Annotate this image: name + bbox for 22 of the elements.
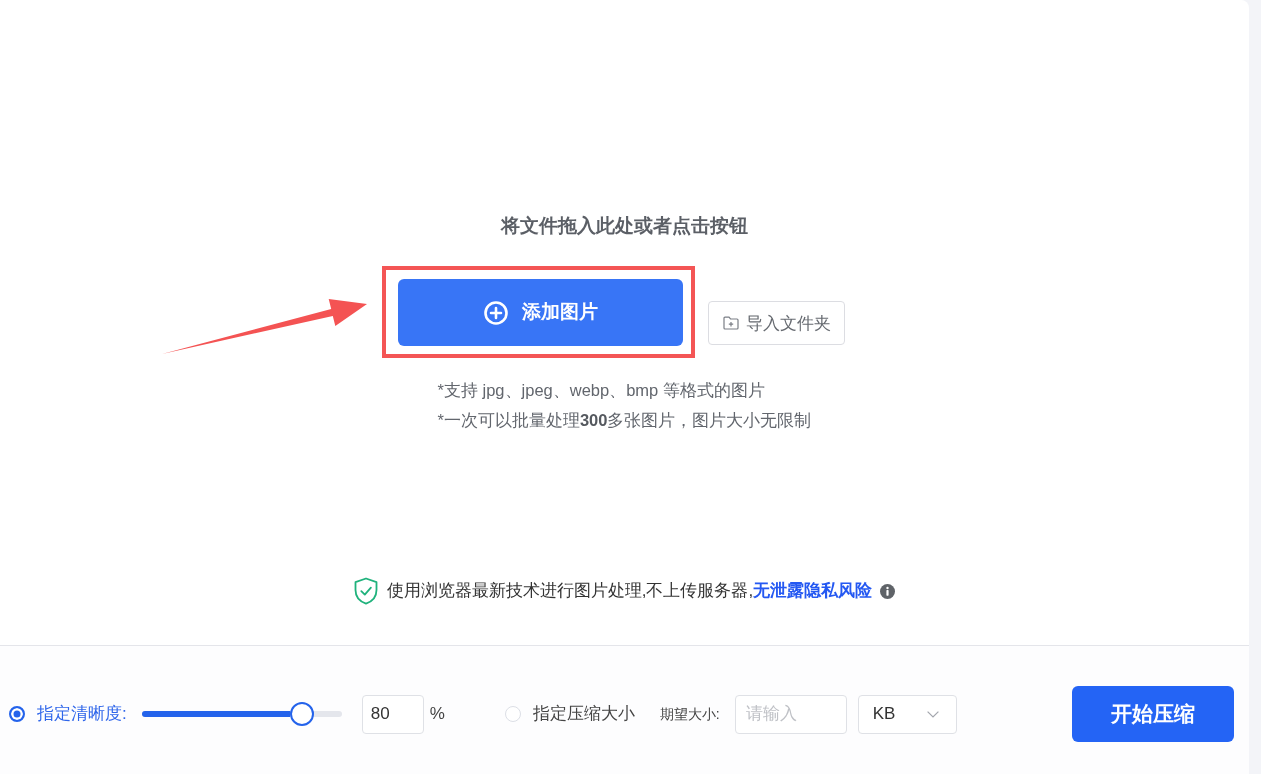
info-icon [880,583,896,599]
start-compress-button[interactable]: 开始压缩 [1072,686,1234,742]
folder-plus-icon [723,316,739,330]
privacy-link[interactable]: 无泄露隐私风险 [753,581,873,600]
quality-input[interactable]: 80 [361,694,424,734]
format-note: *一次可以批量处理300多张图片，图片大小无限制 [437,410,812,431]
target-size-label: 期望大小: [659,704,720,724]
slider-thumb[interactable] [289,702,314,726]
radio-button[interactable] [9,706,25,722]
target-size-input[interactable]: 请输入 [734,694,847,734]
option-label[interactable]: 指定清晰度: [37,701,127,727]
percent-unit: % [429,703,445,726]
plus-circle-icon [483,300,508,325]
privacy-notice: 使用浏览器最新技术进行图片处理,不上传服务器,无泄露隐私风险 [386,580,873,602]
unit-select[interactable]: KB [857,694,957,734]
chevron-down-icon [926,710,939,718]
format-note: *支持 jpg、jpeg、webp、bmp 等格式的图片 [437,380,766,401]
option-label[interactable]: 指定压缩大小 [532,701,635,727]
import-folder-button[interactable]: 导入文件夹 [708,301,845,345]
drop-zone-heading: 将文件拖入此处或者点击按钮 [501,214,748,238]
add-images-button[interactable]: 添加图片 [398,279,683,346]
shield-check-icon [353,577,378,605]
